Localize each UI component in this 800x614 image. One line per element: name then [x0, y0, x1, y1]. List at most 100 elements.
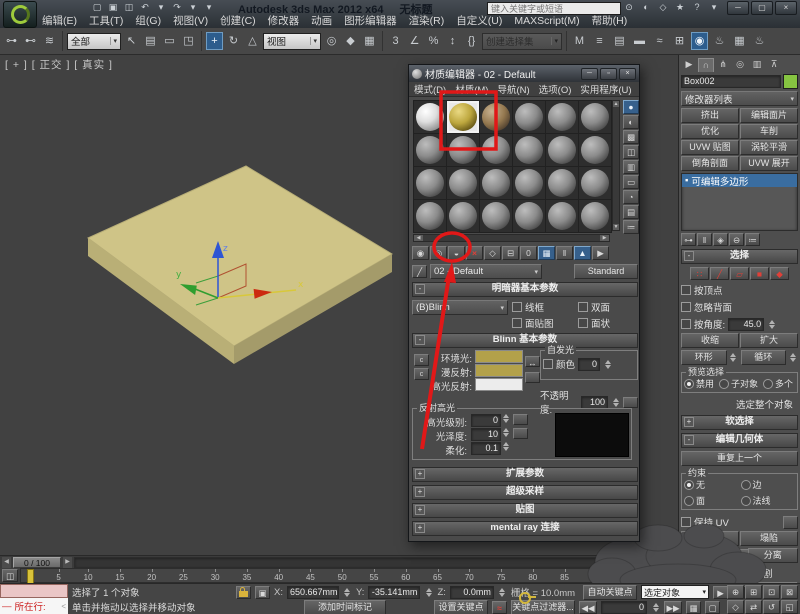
wire-checkbox[interactable]	[512, 302, 522, 312]
rollout-mental-ray[interactable]: + mental ray 连接	[412, 521, 638, 536]
material-sample[interactable]	[414, 134, 446, 166]
viewport-label[interactable]: [ + ] [ 正交 ] [ 真实 ]	[5, 57, 113, 72]
menu-item[interactable]: 视图(V)	[173, 13, 208, 28]
menu-item[interactable]: 帮助(H)	[592, 13, 628, 28]
rollout-edit-geometry[interactable]: - 编辑几何体	[681, 433, 798, 448]
self-illum-color-checkbox[interactable]	[543, 359, 553, 369]
edge-mode-icon[interactable]: ╱	[710, 267, 729, 280]
modifier-button[interactable]: UVW 贴图	[681, 140, 739, 155]
ignore-backfacing-checkbox[interactable]	[681, 302, 691, 312]
tab-display-icon[interactable]: ▥	[749, 58, 765, 72]
scroll-left-icon[interactable]: ◀	[414, 235, 423, 241]
tab-modify-icon[interactable]: ∩	[698, 58, 714, 72]
rendered-frame-window-icon[interactable]: ▦	[731, 32, 748, 50]
face-map-checkbox[interactable]	[512, 318, 522, 328]
opacity-value-field[interactable]: 100	[581, 396, 608, 409]
background-icon[interactable]: ▩	[623, 130, 639, 144]
put-material-to-scene-icon[interactable]: ◎	[430, 246, 447, 260]
scroll-up-icon[interactable]: ▲	[613, 101, 619, 107]
menu-item[interactable]: 创建(C)	[220, 13, 256, 28]
zoom-all-icon[interactable]: ⊞	[745, 585, 762, 599]
go-to-parent-icon[interactable]: ▲	[574, 246, 591, 260]
two-sided-checkbox[interactable]	[578, 302, 588, 312]
tab-create-icon[interactable]: ▶	[681, 58, 697, 72]
rollout-collapse-icon[interactable]: -	[415, 284, 425, 294]
material-sample-active[interactable]	[447, 101, 479, 133]
soften-spinner[interactable]	[501, 442, 510, 451]
modifier-button[interactable]: 涡轮平滑	[740, 140, 798, 155]
use-pivot-point-center-icon[interactable]: ◎	[323, 32, 340, 50]
select-and-move-icon[interactable]: +	[206, 32, 223, 50]
coord-x-spinner[interactable]	[343, 588, 352, 597]
material-sample[interactable]	[513, 200, 545, 232]
material-map-navigator-icon[interactable]: ≔	[623, 220, 639, 234]
time-slider-handle[interactable]: 0 / 100	[13, 557, 61, 568]
current-frame-field[interactable]: 0	[601, 601, 647, 614]
set-key-button[interactable]: 设置关键点	[434, 600, 488, 614]
scroll-right-icon[interactable]: ▶	[600, 235, 609, 241]
sample-vertical-scrollbar[interactable]: ▲▼	[612, 100, 620, 231]
rollout-shader-basic[interactable]: - 明暗器基本参数	[412, 282, 638, 297]
coord-y-spinner[interactable]	[424, 588, 433, 597]
tab-motion-icon[interactable]: ◎	[732, 58, 748, 72]
me-maximize-button[interactable]: ▫	[600, 68, 617, 80]
me-minimize-button[interactable]: ─	[581, 68, 598, 80]
favorites-icon[interactable]: ★	[673, 1, 687, 14]
selection-region-icon[interactable]: ▭	[161, 32, 178, 50]
get-material-icon[interactable]: ◉	[412, 246, 429, 260]
menu-item[interactable]: 编辑(E)	[42, 13, 77, 28]
select-and-link-icon[interactable]: ⊶	[3, 32, 20, 50]
material-id-channel-icon[interactable]: 0	[520, 246, 537, 260]
soften-field[interactable]: 0.1	[471, 442, 501, 455]
material-name-dropdown[interactable]: 02 - Default ▾	[430, 264, 542, 279]
box-object[interactable]	[88, 166, 392, 364]
specular-level-field[interactable]: 0	[471, 414, 501, 427]
modifier-button[interactable]: UVW 展开	[740, 156, 798, 171]
frame-spinner[interactable]	[651, 603, 660, 612]
mirror-icon[interactable]: M	[571, 32, 588, 50]
glossiness-spinner[interactable]	[501, 428, 510, 437]
transform-type-in-toggle-icon[interactable]: ▣	[255, 586, 270, 599]
pan-icon[interactable]: ⇄	[745, 600, 762, 614]
menu-item[interactable]: 动画	[311, 13, 332, 28]
self-illum-value-field[interactable]: 0	[578, 358, 600, 371]
unlink-selection-icon[interactable]: ⊷	[22, 32, 39, 50]
play-animation-icon[interactable]: ▶	[713, 586, 728, 599]
me-menu-item[interactable]: 材质(M)	[455, 82, 488, 96]
modifier-button[interactable]: 编辑面片	[740, 108, 798, 123]
material-editor-titlebar[interactable]: 材质编辑器 - 02 - Default ─▫×	[409, 65, 639, 82]
communication-center-icon[interactable]: ◇	[656, 1, 670, 14]
key-filter-target-dropdown[interactable]: 选定对象 ▾	[641, 585, 709, 599]
preview-multi-radio[interactable]: 多个	[763, 377, 793, 390]
menu-item[interactable]: 自定义(U)	[456, 13, 502, 28]
shader-type-dropdown[interactable]: (B)Blinn ▾	[412, 300, 508, 315]
curve-editor-icon[interactable]: ≈	[651, 32, 668, 50]
field-of-view-icon[interactable]: ◇	[727, 600, 744, 614]
pin-stack-icon[interactable]: ⊶	[681, 233, 696, 246]
spinner-snap-icon[interactable]: ↕	[444, 32, 461, 50]
select-object-icon[interactable]: ↖	[123, 32, 140, 50]
ring-spinner[interactable]	[729, 353, 738, 362]
self-illum-spinner[interactable]	[603, 360, 612, 369]
zoom-icon[interactable]: ⊕	[727, 585, 744, 599]
add-time-tag-button[interactable]: 添加时间标记	[304, 600, 386, 614]
help-icon[interactable]: ?	[690, 1, 704, 14]
material-sample[interactable]	[480, 200, 512, 232]
material-sample[interactable]	[579, 167, 611, 199]
help-dropdown-icon[interactable]: ▾	[707, 1, 721, 14]
menu-item[interactable]: 工具(T)	[89, 13, 123, 28]
menu-item[interactable]: 修改器	[268, 13, 300, 28]
constraint-normal-radio[interactable]: 法线	[741, 494, 796, 507]
coord-z-field[interactable]: 0.0mm	[450, 586, 494, 599]
detach-button[interactable]: 分离	[748, 548, 799, 563]
loop-button[interactable]: 循环	[741, 350, 787, 365]
minimize-button[interactable]: ─	[727, 1, 749, 15]
material-sample[interactable]	[447, 134, 479, 166]
object-name-field[interactable]	[681, 75, 781, 88]
opacity-spinner[interactable]	[611, 398, 620, 407]
material-sample[interactable]	[513, 101, 545, 133]
remove-modifier-icon[interactable]: ⊖	[729, 233, 744, 246]
coord-z-spinner[interactable]	[498, 588, 507, 597]
border-mode-icon[interactable]: ▱	[730, 267, 749, 280]
snap-toggle-3-icon[interactable]: 3	[387, 32, 404, 50]
